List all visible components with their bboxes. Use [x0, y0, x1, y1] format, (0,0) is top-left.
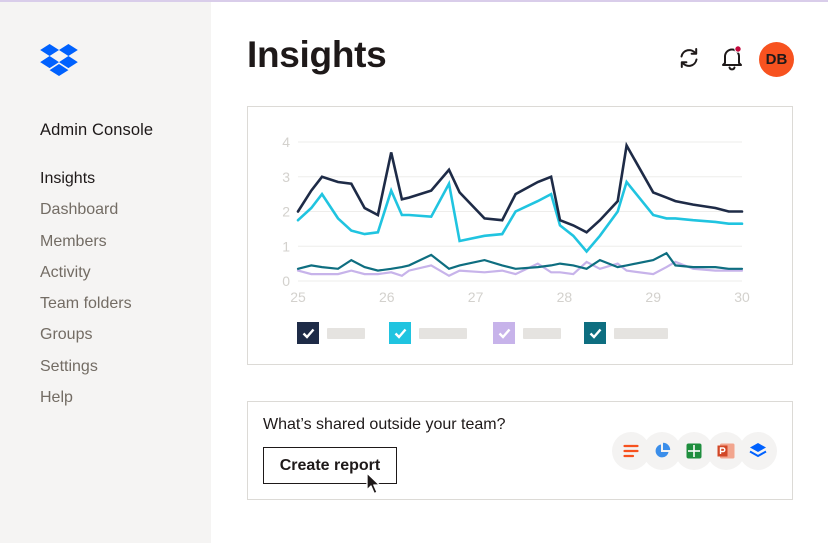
- legend-checkbox-1[interactable]: [297, 322, 319, 344]
- legend-checkbox-4[interactable]: [584, 322, 606, 344]
- legend-label-placeholder: [419, 327, 467, 339]
- legend-item-3[interactable]: [493, 322, 561, 344]
- checkmark-icon: [589, 328, 601, 339]
- y-tick-label: 0: [282, 273, 290, 289]
- x-tick-label: 25: [290, 289, 306, 305]
- mouse-pointer-icon: [366, 472, 381, 495]
- legend-item-1[interactable]: [297, 322, 365, 344]
- x-tick-label: 26: [379, 289, 395, 305]
- checkmark-icon: [498, 328, 510, 339]
- legend-checkbox-3[interactable]: [493, 322, 515, 344]
- legend-item-4[interactable]: [584, 322, 668, 344]
- y-tick-label: 4: [282, 134, 290, 150]
- x-tick-label: 29: [645, 289, 661, 305]
- legend-item-2[interactable]: [389, 322, 467, 344]
- y-tick-label: 2: [282, 204, 290, 220]
- x-tick-label: 30: [734, 289, 750, 305]
- legend-checkbox-2[interactable]: [389, 322, 411, 344]
- checkmark-icon: [302, 328, 314, 339]
- x-tick-label: 28: [557, 289, 573, 305]
- checkmark-icon: [394, 328, 406, 339]
- legend-label-placeholder: [523, 327, 561, 339]
- y-tick-label: 3: [282, 169, 290, 185]
- shared-outside-question: What’s shared outside your team?: [263, 416, 506, 433]
- legend-label-placeholder: [614, 327, 668, 339]
- y-tick-label: 1: [282, 238, 290, 254]
- dropbox-stack-icon[interactable]: [739, 432, 777, 470]
- legend-label-placeholder: [327, 327, 365, 339]
- x-tick-label: 27: [468, 289, 484, 305]
